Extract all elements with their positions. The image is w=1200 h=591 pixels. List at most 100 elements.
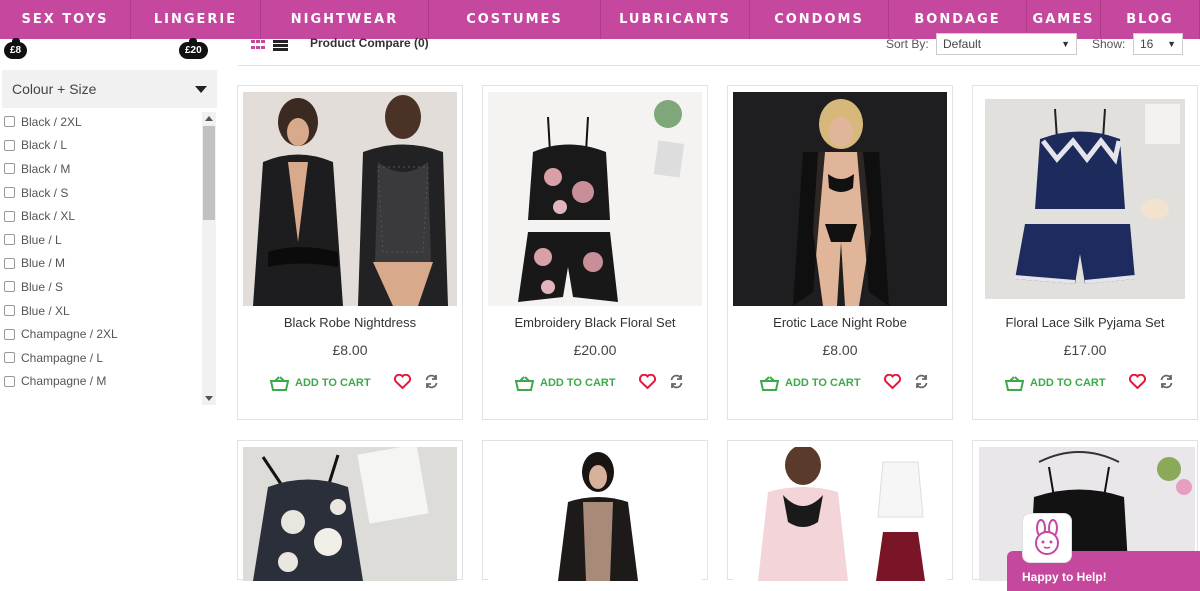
wishlist-heart-icon[interactable]: [1129, 374, 1146, 389]
filter-option-label: Blue / M: [21, 256, 66, 271]
product-image-lace-robe[interactable]: [733, 92, 947, 306]
product-card[interactable]: [237, 440, 463, 581]
filter-checkbox[interactable]: [4, 139, 15, 151]
filter-option[interactable]: Black / S: [2, 181, 217, 205]
filter-option-label: Champagne / L: [21, 350, 104, 365]
filter-option[interactable]: Black / L: [2, 134, 217, 158]
dropdown-arrow-icon: ▼: [1167, 39, 1176, 49]
product-price: £8.00: [822, 342, 858, 358]
price-max-badge[interactable]: £20: [179, 38, 208, 59]
add-to-cart-button[interactable]: ADD TO CART: [515, 374, 616, 392]
product-card[interactable]: [482, 440, 708, 581]
filter-checkbox[interactable]: [4, 116, 15, 128]
show-label: Show:: [1092, 37, 1126, 51]
add-to-cart-label: ADD TO CART: [295, 377, 371, 389]
price-max-label: £20: [185, 45, 202, 56]
filter-checkbox[interactable]: [4, 257, 15, 269]
wishlist-heart-icon[interactable]: [639, 374, 656, 389]
compare-refresh-icon[interactable]: [1159, 374, 1174, 389]
show-count-select[interactable]: 16 ▼: [1133, 33, 1183, 55]
product-name[interactable]: Floral Lace Silk Pyjama Set: [973, 315, 1197, 330]
filter-option[interactable]: Champagne / 2XL: [2, 322, 217, 346]
filter-title: Colour + Size: [12, 81, 97, 97]
product-image-lace-robe-model[interactable]: [488, 447, 702, 581]
price-min-badge[interactable]: £8: [4, 38, 28, 59]
help-chat-label: Happy to Help!: [1022, 570, 1107, 584]
filter-option-label: Blue / L: [21, 232, 62, 247]
filter-option[interactable]: Blue / XL: [2, 299, 217, 323]
scroll-up-arrow-icon[interactable]: [205, 116, 213, 121]
compare-refresh-icon[interactable]: [914, 374, 929, 389]
sort-by-label: Sort By:: [886, 37, 929, 51]
basket-icon: [270, 375, 289, 391]
filter-option-label: Champagne / M: [21, 374, 107, 389]
filter-option[interactable]: Black / XL: [2, 204, 217, 228]
caret-down-icon: [195, 85, 207, 93]
sort-value: Default: [943, 37, 982, 51]
add-to-cart-button[interactable]: ADD TO CART: [270, 374, 371, 392]
filter-options-list: Black / 2XL Black / L Black / M Black / S Bl…: [2, 110, 217, 405]
product-compare-link[interactable]: Product Compare (0): [310, 36, 429, 50]
product-price: £17.00: [1063, 342, 1107, 358]
filter-checkbox[interactable]: [4, 187, 15, 199]
product-card[interactable]: Embroidery Black Floral Set £20.00 ADD T…: [482, 85, 708, 420]
grid-view-icon[interactable]: [251, 40, 265, 51]
filter-option[interactable]: Black / M: [2, 157, 217, 181]
filter-checkbox[interactable]: [4, 234, 15, 246]
filter-option[interactable]: Blue / L: [2, 228, 217, 252]
basket-icon: [515, 375, 534, 391]
filter-checkbox[interactable]: [4, 163, 15, 175]
filter-checkbox[interactable]: [4, 305, 15, 317]
filter-option-label: Blue / S: [21, 279, 64, 294]
filter-option-label: Champagne / 2XL: [21, 327, 118, 342]
sort-by-select[interactable]: Default ▼: [936, 33, 1077, 55]
product-image-black-robe[interactable]: [243, 92, 457, 306]
product-card[interactable]: Erotic Lace Night Robe £8.00 ADD TO CART: [727, 85, 953, 420]
wishlist-heart-icon[interactable]: [884, 374, 901, 389]
filter-option-label: Black / M: [21, 161, 71, 176]
basket-icon: [760, 375, 779, 391]
basket-icon: [1005, 375, 1024, 391]
product-image-floral-chemise[interactable]: [243, 447, 457, 581]
filter-checkbox[interactable]: [4, 375, 15, 387]
add-to-cart-button[interactable]: ADD TO CART: [1005, 374, 1106, 392]
product-image-floral-set[interactable]: [488, 92, 702, 306]
add-to-cart-button[interactable]: ADD TO CART: [760, 374, 861, 392]
compare-refresh-icon[interactable]: [424, 374, 439, 389]
scroll-down-arrow-icon[interactable]: [205, 396, 213, 401]
filter-option-label: Black / S: [21, 185, 69, 200]
filter-option[interactable]: Champagne / L: [2, 346, 217, 370]
product-card[interactable]: [727, 440, 953, 581]
price-min-label: £8: [10, 45, 22, 56]
colour-size-filter-toggle[interactable]: Colour + Size: [2, 70, 217, 108]
filter-option-label: Black / L: [21, 138, 68, 153]
product-toolbar: Product Compare (0) Sort By: Default ▼ Sh…: [238, 30, 1200, 66]
product-image-pink-cami-set[interactable]: [733, 447, 947, 581]
wishlist-heart-icon[interactable]: [394, 374, 411, 389]
product-name[interactable]: Black Robe Nightdress: [238, 315, 462, 330]
nav-item-sex-toys[interactable]: SEX TOYS: [0, 0, 131, 39]
add-to-cart-label: ADD TO CART: [785, 377, 861, 389]
filter-option-label: Black / XL: [21, 209, 76, 224]
filter-checkbox[interactable]: [4, 281, 15, 293]
add-to-cart-label: ADD TO CART: [1030, 377, 1106, 389]
product-card[interactable]: Floral Lace Silk Pyjama Set £17.00 ADD T…: [972, 85, 1198, 420]
filter-scrollbar[interactable]: [202, 112, 216, 405]
scroll-thumb[interactable]: [203, 126, 215, 220]
bunny-mascot-icon[interactable]: [1022, 513, 1072, 563]
product-image-silk-pyjama[interactable]: [985, 99, 1185, 299]
compare-refresh-icon[interactable]: [669, 374, 684, 389]
filter-option[interactable]: Black / 2XL: [2, 110, 217, 134]
product-price: £8.00: [332, 342, 368, 358]
product-name[interactable]: Embroidery Black Floral Set: [483, 315, 707, 330]
filter-checkbox[interactable]: [4, 352, 15, 364]
product-card[interactable]: Black Robe Nightdress £8.00 ADD TO CART: [237, 85, 463, 420]
dropdown-arrow-icon: ▼: [1061, 39, 1070, 49]
filter-checkbox[interactable]: [4, 328, 15, 340]
filter-checkbox[interactable]: [4, 210, 15, 222]
filter-option[interactable]: Blue / M: [2, 252, 217, 276]
filter-option[interactable]: Blue / S: [2, 275, 217, 299]
product-name[interactable]: Erotic Lace Night Robe: [728, 315, 952, 330]
filter-option[interactable]: Champagne / M: [2, 370, 217, 394]
list-view-icon[interactable]: [273, 40, 288, 51]
